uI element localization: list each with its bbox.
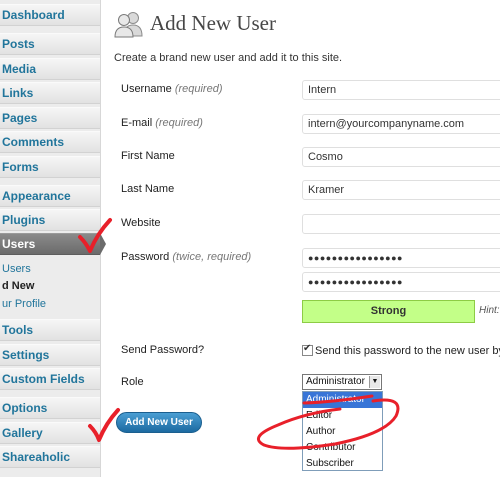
username-label: Username (required) bbox=[121, 83, 223, 95]
username-input[interactable]: Intern bbox=[302, 80, 500, 100]
role-dropdown-list: Administrator Editor Author Contributor … bbox=[302, 391, 383, 471]
menu-item-comments[interactable]: Comments bbox=[0, 131, 100, 153]
admin-sidebar: Dashboard Posts Media Links Pages Commen… bbox=[0, 0, 101, 477]
page-title: Add New User bbox=[150, 11, 276, 35]
username-label-text: Username bbox=[121, 83, 172, 95]
first-name-input[interactable]: Cosmo bbox=[302, 147, 500, 167]
password-strength-indicator: Strong bbox=[302, 300, 475, 323]
password-input[interactable]: ●●●●●●●●●●●●●●●● bbox=[302, 248, 500, 268]
password-confirm-input[interactable]: ●●●●●●●●●●●●●●●● bbox=[302, 272, 500, 292]
email-input[interactable]: intern@yourcompanyname.com bbox=[302, 114, 500, 134]
menu-item-forms[interactable]: Forms bbox=[0, 156, 100, 178]
add-new-user-button[interactable]: Add New User bbox=[116, 412, 202, 433]
menu-item-custom-fields[interactable]: Custom Fields bbox=[0, 368, 100, 390]
send-password-text: Send this password to the new user by er bbox=[315, 345, 500, 357]
website-label: Website bbox=[121, 217, 161, 229]
menu-item-users[interactable]: Users bbox=[0, 233, 100, 255]
role-select[interactable]: Administrator ▼ bbox=[302, 374, 382, 390]
menu-item-tools[interactable]: Tools bbox=[0, 319, 100, 341]
first-name-label: First Name bbox=[121, 150, 175, 162]
password-label-text: Password bbox=[121, 251, 170, 263]
website-input[interactable] bbox=[302, 214, 500, 234]
menu-item-settings[interactable]: Settings bbox=[0, 344, 100, 366]
email-label: E-mail (required) bbox=[121, 117, 203, 129]
submenu-users[interactable]: Users bbox=[0, 262, 100, 276]
menu-item-posts[interactable]: Posts bbox=[0, 33, 100, 55]
chevron-down-icon[interactable]: ▼ bbox=[369, 376, 380, 388]
menu-item-pages[interactable]: Pages bbox=[0, 107, 100, 129]
menu-item-options[interactable]: Options bbox=[0, 397, 100, 419]
email-label-text: E-mail bbox=[121, 117, 153, 129]
users-icon bbox=[114, 10, 144, 43]
role-label: Role bbox=[121, 376, 144, 388]
last-name-label: Last Name bbox=[121, 183, 175, 195]
page-description: Create a brand new user and add it to th… bbox=[114, 52, 343, 64]
menu-item-plugins[interactable]: Plugins bbox=[0, 209, 100, 231]
active-menu-arrow bbox=[100, 233, 106, 255]
password-label: Password (twice, required) bbox=[121, 251, 251, 263]
username-required-note: (required) bbox=[174, 83, 223, 95]
menu-item-media[interactable]: Media bbox=[0, 58, 100, 80]
last-name-input[interactable]: Kramer bbox=[302, 180, 500, 200]
password-required-note: (twice, required) bbox=[172, 251, 252, 263]
submenu-your-profile[interactable]: ur Profile bbox=[0, 297, 100, 311]
menu-item-dashboard[interactable]: Dashboard bbox=[0, 4, 100, 26]
menu-item-links[interactable]: Links bbox=[0, 82, 100, 104]
role-selected-value: Administrator bbox=[306, 376, 365, 387]
role-option-subscriber[interactable]: Subscriber bbox=[303, 456, 382, 472]
password-hint: Hint: bbox=[479, 305, 500, 316]
menu-item-gallery[interactable]: Gallery bbox=[0, 422, 100, 444]
email-required-note: (required) bbox=[155, 117, 203, 129]
menu-item-appearance[interactable]: Appearance bbox=[0, 185, 100, 207]
send-password-label: Send Password? bbox=[121, 344, 205, 356]
submenu-add-new[interactable]: d New bbox=[0, 279, 100, 293]
send-password-checkbox[interactable] bbox=[302, 343, 313, 356]
role-option-administrator[interactable]: Administrator bbox=[303, 392, 382, 408]
role-option-editor[interactable]: Editor bbox=[303, 408, 382, 424]
menu-item-shareaholic[interactable]: Shareaholic bbox=[0, 446, 100, 468]
role-option-author[interactable]: Author bbox=[303, 424, 382, 440]
role-option-contributor[interactable]: Contributor bbox=[303, 440, 382, 456]
